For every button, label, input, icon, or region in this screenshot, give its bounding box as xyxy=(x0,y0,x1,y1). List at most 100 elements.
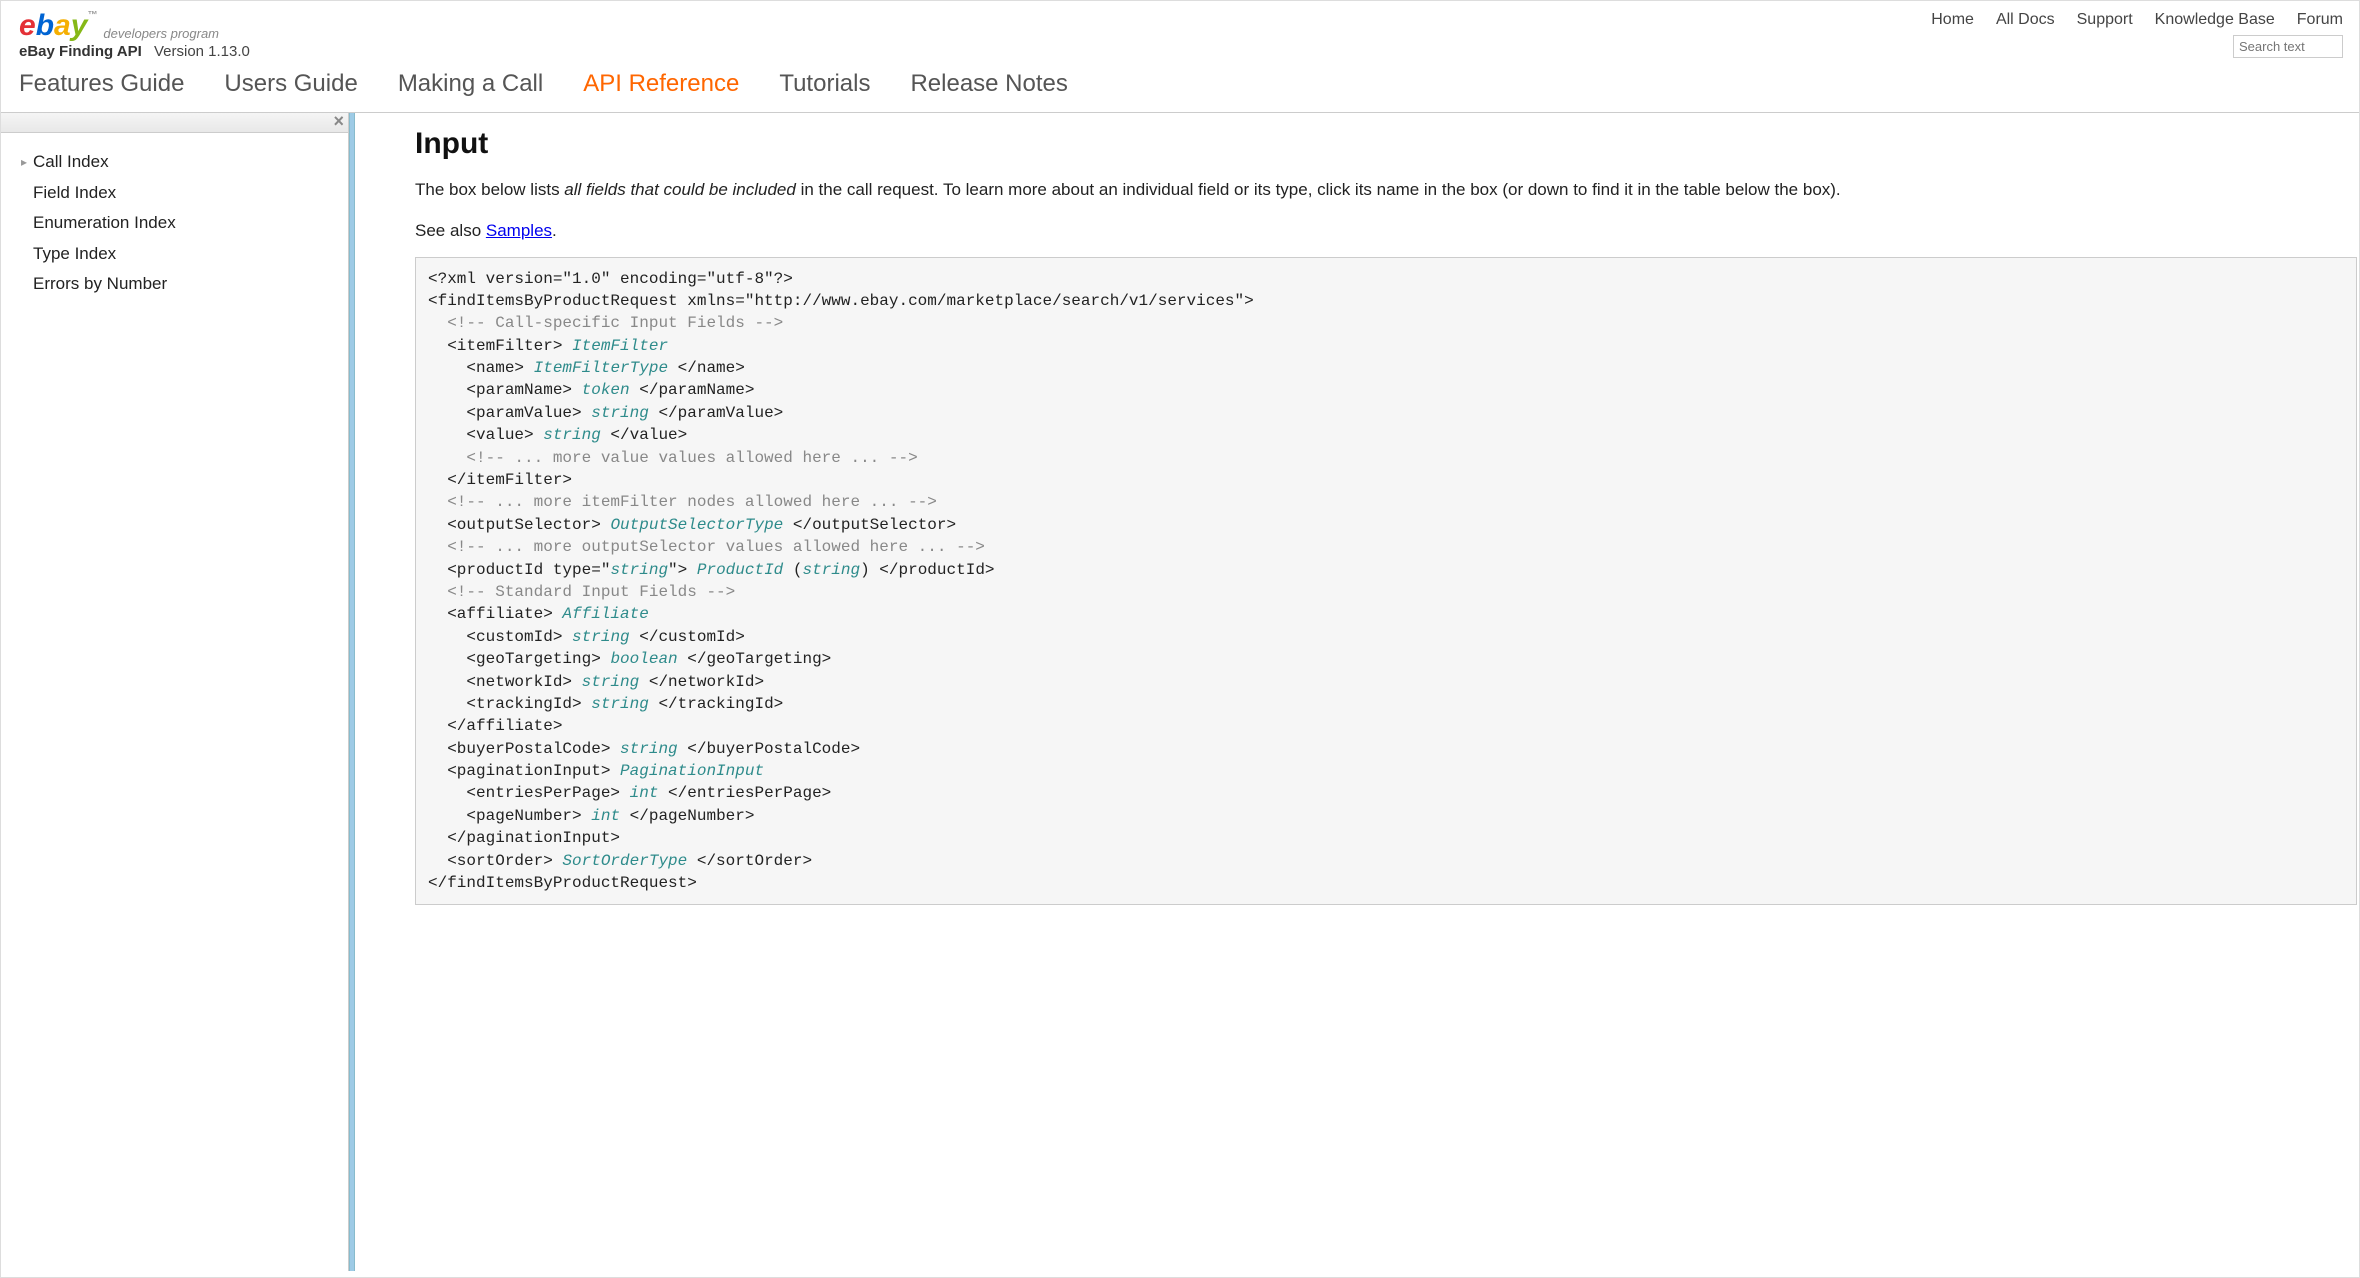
code-line: <paramName> xyxy=(428,381,582,399)
tab-making-a-call[interactable]: Making a Call xyxy=(398,70,543,98)
brand-block: ebay™ developers program eBay Finding AP… xyxy=(19,11,250,60)
api-name: eBay Finding API xyxy=(19,43,142,60)
code-line: <itemFilter> xyxy=(428,337,572,355)
type-link-itemfilter[interactable]: ItemFilter xyxy=(572,337,668,355)
code-comment: <!-- ... more value values allowed here … xyxy=(428,449,918,467)
code-line: </paramName> xyxy=(630,381,755,399)
type-link-token[interactable]: token xyxy=(582,381,630,399)
api-title-line: eBay Finding API Version 1.13.0 xyxy=(19,43,250,60)
code-line: </itemFilter> xyxy=(428,471,572,489)
code-line: <sortOrder> xyxy=(428,852,562,870)
type-link-boolean[interactable]: boolean xyxy=(610,650,677,668)
code-line: </findItemsByProductRequest> xyxy=(428,874,697,892)
type-link-string[interactable]: string xyxy=(802,561,860,579)
top-bar: ebay™ developers program eBay Finding AP… xyxy=(1,1,2359,60)
nav-support[interactable]: Support xyxy=(2077,11,2133,29)
content-area: Input The box below lists all fields tha… xyxy=(355,113,2359,1271)
tab-api-reference[interactable]: API Reference xyxy=(583,70,739,98)
type-link-int[interactable]: int xyxy=(630,784,659,802)
code-line: </trackingId> xyxy=(649,695,783,713)
type-link-affiliate[interactable]: Affiliate xyxy=(562,605,648,623)
type-link-sortordertype[interactable]: SortOrderType xyxy=(562,852,687,870)
type-link-string[interactable]: string xyxy=(610,561,668,579)
type-link-string[interactable]: string xyxy=(572,628,630,646)
intro-paragraph: The box below lists all fields that coul… xyxy=(415,177,2359,203)
tab-tutorials[interactable]: Tutorials xyxy=(779,70,870,98)
tab-release-notes[interactable]: Release Notes xyxy=(910,70,1067,98)
code-comment: <!-- Standard Input Fields --> xyxy=(428,583,735,601)
type-link-int[interactable]: int xyxy=(591,807,620,825)
search-input[interactable] xyxy=(2233,35,2343,58)
nav-home[interactable]: Home xyxy=(1931,11,1974,29)
see-also-line: See also Samples. xyxy=(415,221,2359,241)
code-line: </affiliate> xyxy=(428,717,562,735)
code-line: </paramValue> xyxy=(649,404,783,422)
code-line: <outputSelector> xyxy=(428,516,610,534)
intro-text-post: in the call request. To learn more about… xyxy=(796,180,1841,199)
split-pane: × ▸ Call Index Field Index Enumeration I… xyxy=(1,113,2359,1271)
code-comment: <!-- ... more itemFilter nodes allowed h… xyxy=(428,493,937,511)
logo-subtitle: developers program xyxy=(103,26,219,41)
type-link-string[interactable]: string xyxy=(582,673,640,691)
code-box: <?xml version="1.0" encoding="utf-8"?> <… xyxy=(415,257,2357,906)
sidebar-item-label: Type Index xyxy=(33,239,116,270)
code-line: <affiliate> xyxy=(428,605,562,623)
code-line: <pageNumber> xyxy=(428,807,591,825)
sidebar-item-field-index[interactable]: Field Index xyxy=(21,178,348,209)
type-link-string[interactable]: string xyxy=(543,426,601,444)
code-line: </pageNumber> xyxy=(620,807,754,825)
nav-all-docs[interactable]: All Docs xyxy=(1996,11,2055,29)
type-link-itemfiltertype[interactable]: ItemFilterType xyxy=(534,359,668,377)
type-link-outputselectortype[interactable]: OutputSelectorType xyxy=(610,516,783,534)
type-link-paginationinput[interactable]: PaginationInput xyxy=(620,762,764,780)
intro-text-emphasis: all fields that could be included xyxy=(564,180,796,199)
code-line: <entriesPerPage> xyxy=(428,784,630,802)
sidebar-item-type-index[interactable]: Type Index xyxy=(21,239,348,270)
sidebar-item-label: Call Index xyxy=(33,147,109,178)
code-line: <buyerPostalCode> xyxy=(428,740,620,758)
sidebar-item-label: Enumeration Index xyxy=(33,208,176,239)
type-link-productid[interactable]: ProductId xyxy=(697,561,783,579)
sidebar-list: ▸ Call Index Field Index Enumeration Ind… xyxy=(1,133,348,300)
main-tabs: Features Guide Users Guide Making a Call… xyxy=(1,60,2359,113)
code-line: <productId type=" xyxy=(428,561,610,579)
tab-features-guide[interactable]: Features Guide xyxy=(19,70,184,98)
type-link-string[interactable]: string xyxy=(620,740,678,758)
sidebar-item-label: Errors by Number xyxy=(33,269,167,300)
sidebar-item-label: Field Index xyxy=(33,178,116,209)
code-line: </buyerPostalCode> xyxy=(678,740,860,758)
nav-knowledge-base[interactable]: Knowledge Base xyxy=(2155,11,2275,29)
type-link-string[interactable]: string xyxy=(591,404,649,422)
sidebar-header: × xyxy=(1,113,348,133)
code-line: </outputSelector> xyxy=(783,516,956,534)
code-line: </entriesPerPage> xyxy=(658,784,831,802)
page-title: Input xyxy=(415,127,2359,161)
api-version: Version 1.13.0 xyxy=(154,43,250,60)
code-line: </name> xyxy=(668,359,745,377)
code-line: <paramValue> xyxy=(428,404,591,422)
close-icon[interactable]: × xyxy=(333,111,344,132)
sidebar: × ▸ Call Index Field Index Enumeration I… xyxy=(1,113,349,1271)
code-line: <trackingId> xyxy=(428,695,591,713)
sidebar-item-call-index[interactable]: ▸ Call Index xyxy=(21,147,348,178)
code-line: </sortOrder> xyxy=(687,852,812,870)
sidebar-item-enumeration-index[interactable]: Enumeration Index xyxy=(21,208,348,239)
code-comment: <!-- Call-specific Input Fields --> xyxy=(428,314,783,332)
code-line: <value> xyxy=(428,426,543,444)
code-line: ) </productId> xyxy=(860,561,994,579)
code-line: <networkId> xyxy=(428,673,582,691)
see-also-post: . xyxy=(552,221,557,240)
code-line: <findItemsByProductRequest xmlns="http:/… xyxy=(428,292,1254,310)
sidebar-item-errors-by-number[interactable]: Errors by Number xyxy=(21,269,348,300)
code-line: </value> xyxy=(601,426,687,444)
nav-forum[interactable]: Forum xyxy=(2297,11,2343,29)
code-line: "> xyxy=(668,561,697,579)
samples-link[interactable]: Samples xyxy=(486,221,552,240)
type-link-string[interactable]: string xyxy=(591,695,649,713)
code-line: <customId> xyxy=(428,628,572,646)
code-line: </geoTargeting> xyxy=(678,650,832,668)
top-nav: Home All Docs Support Knowledge Base For… xyxy=(1931,11,2343,29)
tab-users-guide[interactable]: Users Guide xyxy=(224,70,357,98)
code-line: <geoTargeting> xyxy=(428,650,610,668)
code-line: </paginationInput> xyxy=(428,829,620,847)
